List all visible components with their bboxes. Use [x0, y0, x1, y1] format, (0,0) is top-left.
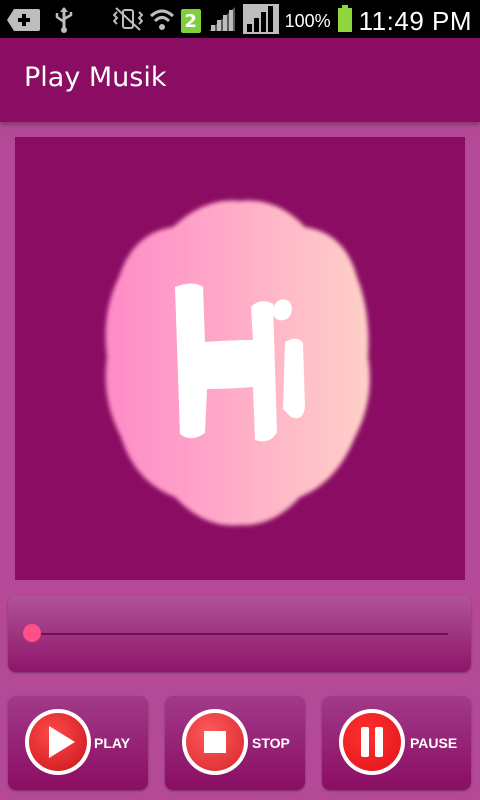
battery-icon — [337, 5, 353, 37]
album-art — [15, 137, 465, 580]
status-bar: 2 100% 11:49 PM — [0, 0, 480, 38]
wifi-icon — [149, 6, 175, 36]
seek-thumb[interactable] — [23, 624, 41, 642]
pause-icon[interactable] — [339, 709, 405, 775]
seek-panel — [8, 596, 471, 672]
play-button[interactable]: PLAY — [8, 696, 148, 790]
no-vibrate-icon — [112, 6, 144, 36]
signal-roaming-icon — [242, 4, 279, 38]
seek-track[interactable] — [32, 633, 448, 635]
play-icon[interactable] — [25, 709, 91, 775]
usb-icon — [52, 6, 76, 38]
add-notification-icon — [6, 7, 42, 37]
page-title: Play Musik — [24, 62, 167, 93]
pause-label: PAUSE — [410, 735, 458, 751]
stop-button[interactable]: STOP — [165, 696, 305, 790]
clock: 11:49 PM — [358, 5, 472, 36]
action-bar: Play Musik — [0, 38, 480, 122]
play-label: PLAY — [94, 735, 131, 751]
stop-label: STOP — [252, 735, 290, 751]
notification-count-badge: 2 — [180, 9, 201, 33]
stop-icon[interactable] — [182, 709, 248, 775]
pause-button[interactable]: PAUSE — [322, 696, 471, 790]
signal-icon — [207, 5, 237, 37]
battery-percent: 100% — [284, 10, 331, 31]
